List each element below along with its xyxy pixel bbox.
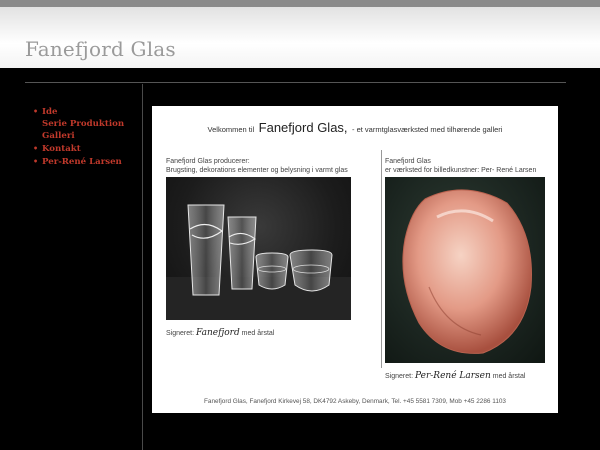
signature-script: Per-René Larsen [414,371,491,381]
art-glass-photo [385,177,545,363]
signature-script: Fanefjord [195,328,240,338]
welcome-line: Velkommen til Fanefjord Glas, - et varmt… [207,120,503,135]
right-description: Fanefjord Glas er værksted for billedkun… [385,158,537,174]
nav-item-per-rene-larsen[interactable]: • Per-René Larsen [33,155,124,168]
contact-footer: Fanefjord Glas, Fanefjord Kirkevej 58, D… [204,398,506,405]
left-signature: Signeret: Fanefjord med årstal [166,328,275,338]
left-description: Fanefjord Glas producerer: Brugsting, de… [166,158,348,174]
sidebar-divider [142,84,143,450]
glassware-photo [166,177,351,320]
top-bar [0,0,600,7]
bullet-icon: • [33,143,39,153]
nav-item-kontakt[interactable]: • Kontakt [33,142,124,155]
nav-item-galleri[interactable]: Galleri [33,130,124,142]
nav-item-serie-produktion[interactable]: Serie Produktion [33,118,124,130]
site-title[interactable]: Fanefjord Glas [25,37,176,61]
right-signature: Signeret: Per-René Larsen med årstal [385,371,526,381]
welcome-panel-image: Velkommen til Fanefjord Glas, - et varmt… [152,106,558,413]
bullet-icon: • [33,106,39,116]
column-divider [381,150,382,368]
art-glass-vase-icon [402,189,532,354]
nav-item-ide[interactable]: • Ide [33,105,124,118]
site-header: Fanefjord Glas [0,7,600,68]
header-divider [25,82,566,83]
drinking-glasses-icon [166,204,351,320]
bullet-icon: • [33,156,39,166]
sidebar-nav: • Ide Serie Produktion Galleri • Kontakt •… [33,105,124,168]
